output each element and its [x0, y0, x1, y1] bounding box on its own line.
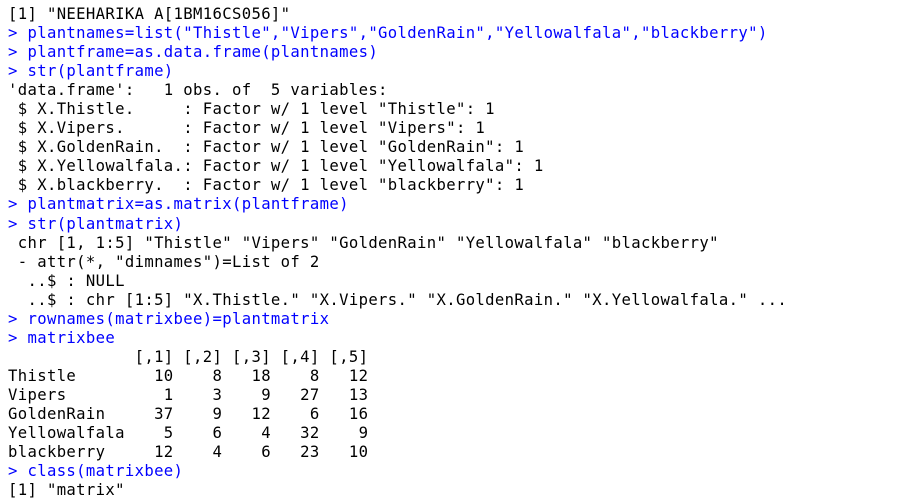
console-output-line: Thistle 10 8 18 8 12 [8, 366, 369, 385]
console-command-line: > class(matrixbee) [8, 462, 184, 481]
console-output-line: Yellowalfala 5 6 4 32 9 [8, 424, 369, 443]
console-command-line: > matrixbee [8, 328, 116, 347]
r-console[interactable]: [1] "NEEHARIKA A[1BM16CS056]" > plantname… [8, 5, 913, 500]
console-command-line: > plantmatrix=as.matrix(plantframe) [8, 195, 349, 214]
console-output-line: ..$ : chr [1:5] "X.Thistle." "X.Vipers."… [8, 290, 788, 309]
console-command-line: > plantframe=as.data.frame(plantnames) [8, 43, 379, 62]
console-output-line: $ X.Vipers. : Factor w/ 1 level "Vipers"… [8, 119, 486, 138]
console-output-line: $ X.Thistle. : Factor w/ 1 level "Thistl… [8, 100, 495, 119]
console-output-line: 'data.frame': 1 obs. of 5 variables: [8, 81, 388, 100]
console-output-line: $ X.Yellowalfala.: Factor w/ 1 level "Ye… [8, 157, 544, 176]
console-output-line: Vipers 1 3 9 27 13 [8, 385, 369, 404]
console-output-line: - attr(*, "dimnames")=List of 2 [8, 252, 320, 271]
console-output-line: [1] "matrix" [8, 481, 125, 500]
console-command-line: > str(plantframe) [8, 62, 174, 81]
console-output-line: [,1] [,2] [,3] [,4] [,5] [8, 347, 369, 366]
console-output-line: $ X.GoldenRain. : Factor w/ 1 level "Gol… [8, 138, 525, 157]
console-output-line: $ X.blackberry. : Factor w/ 1 level "bla… [8, 176, 525, 195]
console-command-line: > plantnames=list("Thistle","Vipers","Go… [8, 24, 768, 43]
console-output-line: GoldenRain 37 9 12 6 16 [8, 404, 369, 423]
console-output-line: chr [1, 1:5] "Thistle" "Vipers" "GoldenR… [8, 233, 719, 252]
console-command-line: > rownames(matrixbee)=plantmatrix [8, 309, 330, 328]
console-command-line: > str(plantmatrix) [8, 214, 184, 233]
console-output-line: blackberry 12 4 6 23 10 [8, 443, 369, 462]
console-output-line: ..$ : NULL [8, 271, 125, 290]
console-output-line: [1] "NEEHARIKA A[1BM16CS056]" [8, 5, 291, 23]
